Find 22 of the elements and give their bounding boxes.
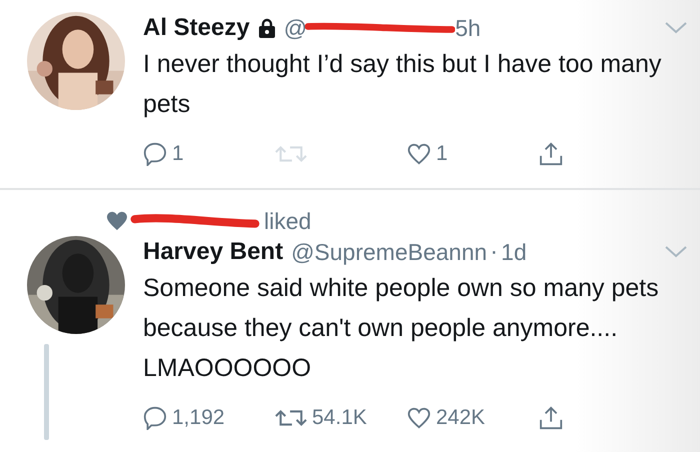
liked-label: liked <box>264 208 312 234</box>
heart-icon[interactable] <box>407 142 431 166</box>
heart-icon <box>106 211 128 231</box>
reply-icon[interactable] <box>143 406 167 430</box>
tweet-text: I never thought I’d say this but I have too many pets <box>143 49 662 120</box>
tweet-text: Someone said white people own so many pets because they can't own people anymore.... LMAOOOOOO <box>143 273 660 384</box>
user-name: Harvey Bent <box>143 238 284 266</box>
user-name: Al Steezy <box>143 14 250 42</box>
share-icon[interactable] <box>539 406 563 430</box>
heart-icon[interactable] <box>407 406 431 430</box>
action-count: 242K <box>436 406 486 430</box>
tweet-time: 5h <box>455 14 481 42</box>
action-count: 1 <box>172 142 184 166</box>
user-handle: @ <box>284 14 308 42</box>
reply-icon[interactable] <box>143 142 167 166</box>
share-icon[interactable] <box>539 142 563 166</box>
separator-dot: · <box>490 238 498 266</box>
action-count: 1 <box>436 142 448 166</box>
action-count: 54.1K <box>312 406 367 430</box>
tweet-time: 1d <box>501 238 527 266</box>
user-handle: @SupremeBeannn <box>291 238 488 266</box>
action-count: 1,192 <box>172 406 225 430</box>
